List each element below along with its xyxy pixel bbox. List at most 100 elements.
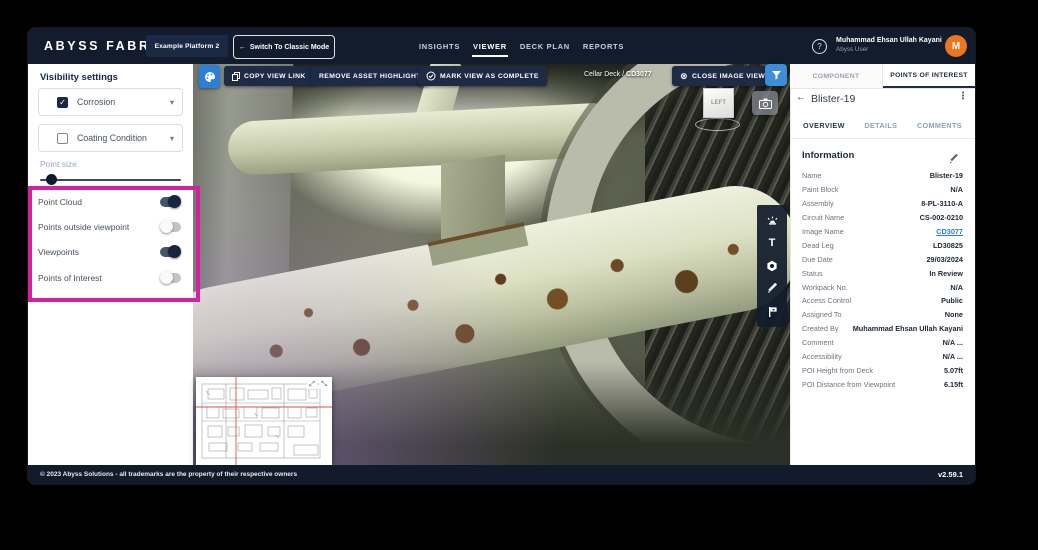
coating-condition-checkbox[interactable] xyxy=(57,133,68,144)
field-label: Due Date xyxy=(802,255,833,264)
copy-icon xyxy=(232,72,240,81)
screenshot-stage: ABYSS FABRIC Example Platform 2 ← Switch… xyxy=(0,0,1038,550)
expand-icon[interactable]: ⤢ xyxy=(307,380,317,389)
close-image-view-label: CLOSE IMAGE VIEW xyxy=(692,73,765,80)
chevron-down-icon[interactable]: ▾ xyxy=(170,98,174,107)
corrosion-filter-select[interactable]: ✓ Corrosion ▾ xyxy=(38,88,183,116)
main-nav-tabs: INSIGHTS VIEWER DECK PLAN REPORTS xyxy=(418,28,625,64)
user-info[interactable]: Muhammad Ehsan Ullah Kayani Abyss User xyxy=(836,35,940,54)
camera-button[interactable] xyxy=(752,91,778,115)
field-value: CS-002-0210 xyxy=(920,213,963,222)
field-row: Image Name CD3077 xyxy=(802,225,963,239)
field-label: Created By xyxy=(802,324,839,333)
platform-selector-button[interactable]: Example Platform 2 xyxy=(146,35,228,57)
breadcrumb-deck: Cellar Deck / xyxy=(584,71,626,78)
field-label: Circuit Name xyxy=(802,213,844,222)
switch-classic-mode-button[interactable]: ← Switch To Classic Mode xyxy=(233,35,335,59)
check-circle-icon xyxy=(426,71,436,81)
field-label: Paint Block xyxy=(802,185,839,194)
annotation-palette-button[interactable] xyxy=(199,65,220,88)
field-row: NameBlister-19 xyxy=(802,169,963,183)
tab-reports[interactable]: REPORTS xyxy=(582,36,625,57)
image-name-link[interactable]: CD3077 xyxy=(936,227,963,236)
point-size-label: Point size xyxy=(40,159,77,169)
avatar[interactable]: M xyxy=(945,35,967,57)
tab-deck-plan[interactable]: DECK PLAN xyxy=(519,36,571,57)
field-label: Image Name xyxy=(802,227,844,236)
flag-tool-icon[interactable] xyxy=(764,304,780,320)
minimap-controls: ⤢ ⤡ xyxy=(307,380,329,389)
field-value: N/A ... xyxy=(943,352,963,361)
poi-title: Blister-19 xyxy=(811,93,855,105)
mark-view-complete-label: MARK VIEW AS COMPLETE xyxy=(440,73,539,80)
pencil-tool-icon[interactable] xyxy=(764,281,780,297)
field-row: CommentN/A ... xyxy=(802,336,963,350)
coating-condition-label: Coating Condition xyxy=(77,133,147,143)
poi-sub-tabs: OVERVIEW DETAILS COMMENTS xyxy=(790,113,975,139)
field-row: POI Distance from Viewpoint6.15ft xyxy=(802,377,963,391)
field-value: LD30825 xyxy=(933,241,963,250)
copyright-text: © 2023 Abyss Solutions - all trademarks … xyxy=(40,471,297,478)
subtab-overview[interactable]: OVERVIEW xyxy=(803,121,845,130)
chevron-down-icon[interactable]: ▾ xyxy=(170,134,174,143)
point-size-slider-track[interactable] xyxy=(40,179,181,181)
remove-asset-highlight-button[interactable]: REMOVE ASSET HIGHLIGHT xyxy=(311,66,429,86)
coating-condition-filter-select[interactable]: Coating Condition ▾ xyxy=(38,124,183,152)
field-row: StatusIn Review xyxy=(802,266,963,280)
orientation-ring xyxy=(695,118,740,131)
subtab-comments[interactable]: COMMENTS xyxy=(917,121,962,130)
beacon-tool-icon[interactable] xyxy=(764,212,780,228)
deck-plan-minimap[interactable]: ⤢ ⤡ xyxy=(196,377,332,465)
kebab-menu-icon[interactable]: ⋮ xyxy=(958,91,968,102)
nut-tool-icon[interactable] xyxy=(764,258,780,274)
field-label: Dead Leg xyxy=(802,241,834,250)
tab-component[interactable]: COMPONENT xyxy=(790,64,883,88)
field-value: Public xyxy=(941,296,963,305)
edit-pencil-icon[interactable] xyxy=(949,151,959,169)
field-label: POI Distance from Viewpoint xyxy=(802,380,895,389)
tab-viewer[interactable]: VIEWER xyxy=(472,36,508,57)
sidebar-title: Visibility settings xyxy=(40,72,118,83)
copy-view-link-button[interactable]: COPY VIEW LINK xyxy=(224,66,314,86)
information-fields: NameBlister-19 Paint Block N/A Assembly8-… xyxy=(802,169,963,391)
filter-button[interactable] xyxy=(765,64,787,86)
user-role: Abyss User xyxy=(836,46,940,54)
field-value: Blister-19 xyxy=(930,171,963,180)
field-row: Assigned ToNone xyxy=(802,308,963,322)
corrosion-checkbox[interactable]: ✓ xyxy=(57,97,68,108)
magenta-highlight-annotation xyxy=(28,186,200,302)
subtab-details[interactable]: DETAILS xyxy=(864,121,897,130)
point-size-slider-thumb[interactable] xyxy=(46,174,57,185)
text-tool-icon[interactable]: T xyxy=(764,235,780,251)
field-row: Workpack No.N/A xyxy=(802,280,963,294)
field-row: Circuit Name CS-002-0210 xyxy=(802,211,963,225)
orientation-cube[interactable]: LEFT xyxy=(703,88,734,118)
field-label: Access Control xyxy=(802,296,851,305)
collapse-icon[interactable]: ⤡ xyxy=(319,380,329,389)
mark-view-complete-button[interactable]: MARK VIEW AS COMPLETE xyxy=(418,66,547,86)
tab-insights[interactable]: INSIGHTS xyxy=(418,36,461,57)
tab-points-of-interest[interactable]: POINTS OF INTEREST xyxy=(883,64,975,88)
orientation-cube-widget[interactable]: LEFT xyxy=(694,86,742,134)
help-icon[interactable]: ? xyxy=(812,39,827,54)
field-label: Workpack No. xyxy=(802,283,848,292)
app-window: ABYSS FABRIC Example Platform 2 ← Switch… xyxy=(28,28,975,484)
close-image-view-button[interactable]: ⊗ CLOSE IMAGE VIEW xyxy=(672,66,773,86)
field-label: Status xyxy=(802,269,823,278)
field-row: Paint Block N/A xyxy=(802,183,963,197)
filter-icon xyxy=(771,70,782,81)
back-arrow-icon[interactable]: ← xyxy=(796,92,806,103)
field-value: None xyxy=(945,310,963,319)
field-row: POI Height from Deck 5.07ft xyxy=(802,363,963,377)
field-value: N/A xyxy=(950,185,963,194)
field-label: POI Height from Deck xyxy=(802,366,873,375)
annotation-toolbar: T xyxy=(757,205,787,327)
information-section-title: Information xyxy=(802,150,854,161)
field-value: 5.07ft xyxy=(944,366,963,375)
field-row: Due Date29/03/2024 xyxy=(802,252,963,266)
field-label: Comment xyxy=(802,338,834,347)
field-row: Access Control Public xyxy=(802,294,963,308)
field-row: Assembly8-PL-3110-A xyxy=(802,197,963,211)
field-row: AccessibilityN/A ... xyxy=(802,350,963,364)
user-name: Muhammad Ehsan Ullah Kayani xyxy=(836,35,940,46)
